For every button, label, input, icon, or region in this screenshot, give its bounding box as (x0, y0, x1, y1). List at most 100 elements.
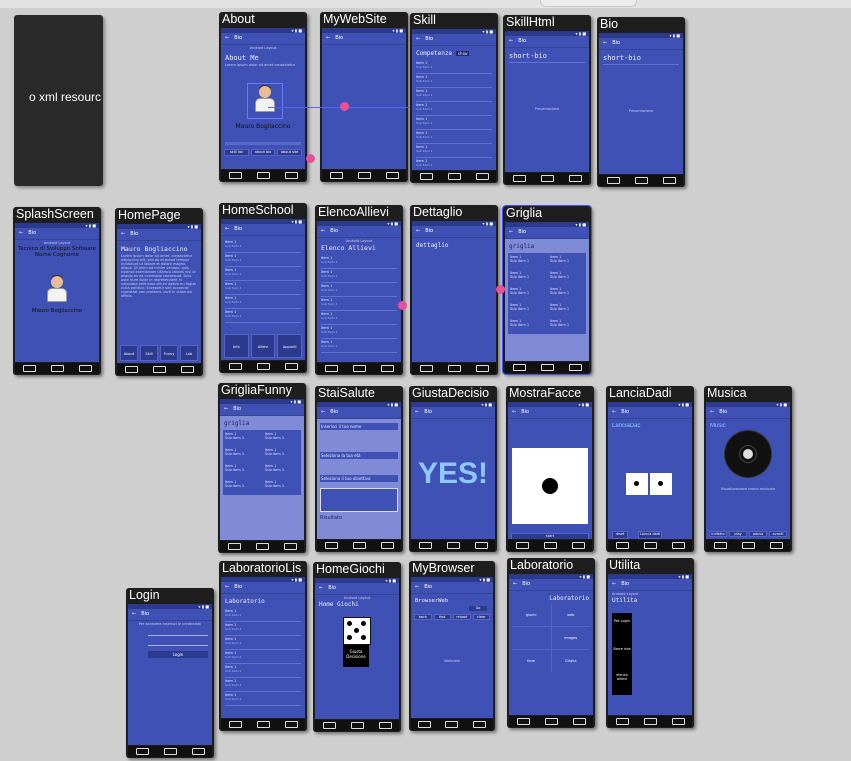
go-button[interactable]: Go (469, 606, 487, 611)
recents-icon[interactable] (378, 722, 392, 729)
recents-icon[interactable] (571, 542, 585, 549)
back-arrow-icon[interactable]: ← (710, 409, 714, 415)
recents-icon[interactable] (283, 543, 297, 550)
options-list[interactable] (320, 488, 398, 512)
back-icon[interactable] (615, 542, 629, 549)
home-icon[interactable] (741, 542, 755, 549)
grid-item[interactable]: Item 1 Sub Item 1 (550, 255, 584, 268)
grid-item[interactable]: Item 1 Sub Item 1 (550, 319, 584, 332)
phone-staisalute[interactable]: StaiSalute ▾ ▮ ■ ← Bio Inserisci il tuo n… (315, 386, 403, 552)
grid-item[interactable]: Item 1 Sub Item 1 (510, 255, 544, 268)
recents-icon[interactable] (284, 363, 298, 370)
back-arrow-icon[interactable]: ← (321, 409, 325, 415)
back-icon[interactable] (228, 721, 242, 728)
recents-icon[interactable] (671, 718, 685, 725)
back-icon[interactable] (713, 542, 727, 549)
grid-item[interactable]: Item 1 Sub Item 1 (225, 480, 259, 493)
home-icon[interactable] (352, 365, 366, 372)
list-item[interactable]: Item 1 Sub Item 1 (225, 622, 301, 636)
login-button[interactable]: Login (148, 651, 208, 658)
list-item[interactable]: Item 1 Sub Item 1 (225, 239, 301, 253)
back-arrow-icon[interactable]: ← (224, 406, 228, 412)
xml-resource-placeholder[interactable]: o xml resourc (14, 15, 103, 186)
show-chip[interactable]: show (455, 51, 470, 56)
giochi-tile[interactable]: giochi (512, 604, 551, 626)
back-icon[interactable] (324, 365, 338, 372)
back-arrow-icon[interactable]: ← (321, 228, 325, 234)
griglia-tile[interactable]: Griglia (551, 650, 590, 672)
home-icon[interactable] (445, 721, 459, 728)
recents-icon[interactable] (380, 542, 394, 549)
phone-giustadecisione[interactable]: GiustaDecisio ▾ ▮ ■ ← Bio YES! (409, 386, 497, 552)
recents-icon[interactable] (568, 175, 582, 182)
password-field[interactable] (148, 640, 208, 646)
grid-item[interactable]: Item 1 Sub Item 1 (510, 319, 544, 332)
dice-tile-icon[interactable] (343, 617, 371, 645)
phone-homepage[interactable]: HomePage ▾ ▮ ■ ← Bio Mauro Bogliaccino Lo… (115, 208, 203, 376)
info-button[interactable]: Info (224, 334, 249, 358)
recents-icon[interactable] (284, 721, 298, 728)
forward-button[interactable]: fwd (433, 614, 451, 620)
recents-icon[interactable] (380, 365, 394, 372)
recents-icon[interactable] (475, 173, 489, 180)
grid-item[interactable]: Item 1 Sub Item 1 (510, 287, 544, 300)
grid-item[interactable]: Item 1 Sub Item 1 (225, 464, 259, 477)
username-field[interactable] (148, 630, 208, 636)
back-icon[interactable] (419, 365, 433, 372)
home-icon[interactable] (350, 722, 364, 729)
phone-griglia[interactable]: Griglia ▾ ▮ ■ ← Bio griglia Item 1 Sub Ite… (502, 205, 592, 375)
grid-item[interactable]: Item 1 Sub Item 1 (265, 432, 299, 445)
recents-icon[interactable] (572, 718, 586, 725)
clear-button[interactable]: clear (472, 614, 490, 620)
back-arrow-icon[interactable]: ← (509, 229, 513, 235)
start-button[interactable]: start (511, 533, 589, 539)
phone-homegiochi[interactable]: HomeGiochi ▾ ▮ ■ ← Bio Android Layout Hom… (313, 562, 401, 732)
connector-pin[interactable] (340, 102, 349, 111)
recents-icon[interactable] (284, 172, 298, 179)
home-icon[interactable] (540, 175, 554, 182)
grid-item[interactable]: Item 1 Sub Item 1 (225, 448, 259, 461)
list-item[interactable]: Item 1 Sub Item 1 (225, 678, 301, 692)
home-icon[interactable] (540, 364, 554, 371)
skill-list-button[interactable]: skill list (224, 149, 249, 156)
connector-pin[interactable] (496, 285, 505, 294)
phone-skillhtml[interactable]: SkillHtml ▾ ▮ ■ ← Bio short-bio Presentaz… (503, 15, 591, 185)
name-field[interactable]: Inserisci il tuo nome (320, 423, 398, 430)
back-icon[interactable] (135, 748, 149, 755)
funny-button[interactable]: Funny (160, 345, 178, 361)
skill-button[interactable]: Skill (140, 345, 158, 361)
back-arrow-icon[interactable]: ← (326, 35, 330, 41)
webview-area[interactable]: Webview (415, 659, 489, 663)
home-icon[interactable] (163, 748, 177, 755)
list-item[interactable]: Item 1 Sub Item 1 (225, 636, 301, 650)
list-item[interactable]: Item 1 Sub Item 1 (225, 650, 301, 664)
back-arrow-icon[interactable]: ← (225, 35, 229, 41)
home-icon[interactable] (256, 363, 270, 370)
home-icon[interactable] (447, 173, 461, 180)
list-item[interactable]: Item 1 Sub Item 1 (225, 309, 301, 323)
back-arrow-icon[interactable]: ← (513, 581, 517, 587)
recents-icon[interactable] (671, 542, 685, 549)
list-item[interactable]: Item 1 Sub Item 1 (321, 269, 397, 283)
home-icon[interactable] (544, 718, 558, 725)
list-item[interactable]: Item 1 Sub Item 1 (416, 88, 492, 102)
back-icon[interactable] (418, 542, 432, 549)
back-icon[interactable] (322, 722, 336, 729)
lab-button[interactable]: Lab (180, 345, 198, 361)
list-item[interactable]: Item 1 Sub Item 1 (416, 144, 492, 158)
back-button[interactable]: back (414, 614, 432, 620)
pause-button[interactable]: pausa (749, 531, 767, 537)
phone-login[interactable]: Login ▾ ▮ ■ ← Bio Per accedere inserisci … (126, 588, 214, 758)
home-icon[interactable] (447, 365, 461, 372)
phone-skill[interactable]: Skill ▾ ▮ ■ ← Bio Competenze show Item 1S… (410, 13, 498, 183)
grid-item[interactable]: Item 1 Sub Item 1 (510, 303, 544, 316)
list-item[interactable]: Item 1 Sub Item 1 (225, 281, 301, 295)
recents-icon[interactable] (78, 365, 92, 372)
recents-icon[interactable] (472, 721, 486, 728)
phone-bio[interactable]: Bio ▾ ▮ ■ ← Bio short-bio Presentazione (597, 17, 685, 187)
back-icon[interactable] (606, 177, 620, 184)
phone-laboratorio[interactable]: Laboratorio ▾ ▮ ■ ← Bio Laboratorio gioch… (507, 558, 595, 728)
back-arrow-icon[interactable]: ← (512, 409, 516, 415)
back-arrow-icon[interactable]: ← (121, 231, 125, 237)
giusta-decisione-tile[interactable]: Giusta Decisione (343, 645, 369, 667)
